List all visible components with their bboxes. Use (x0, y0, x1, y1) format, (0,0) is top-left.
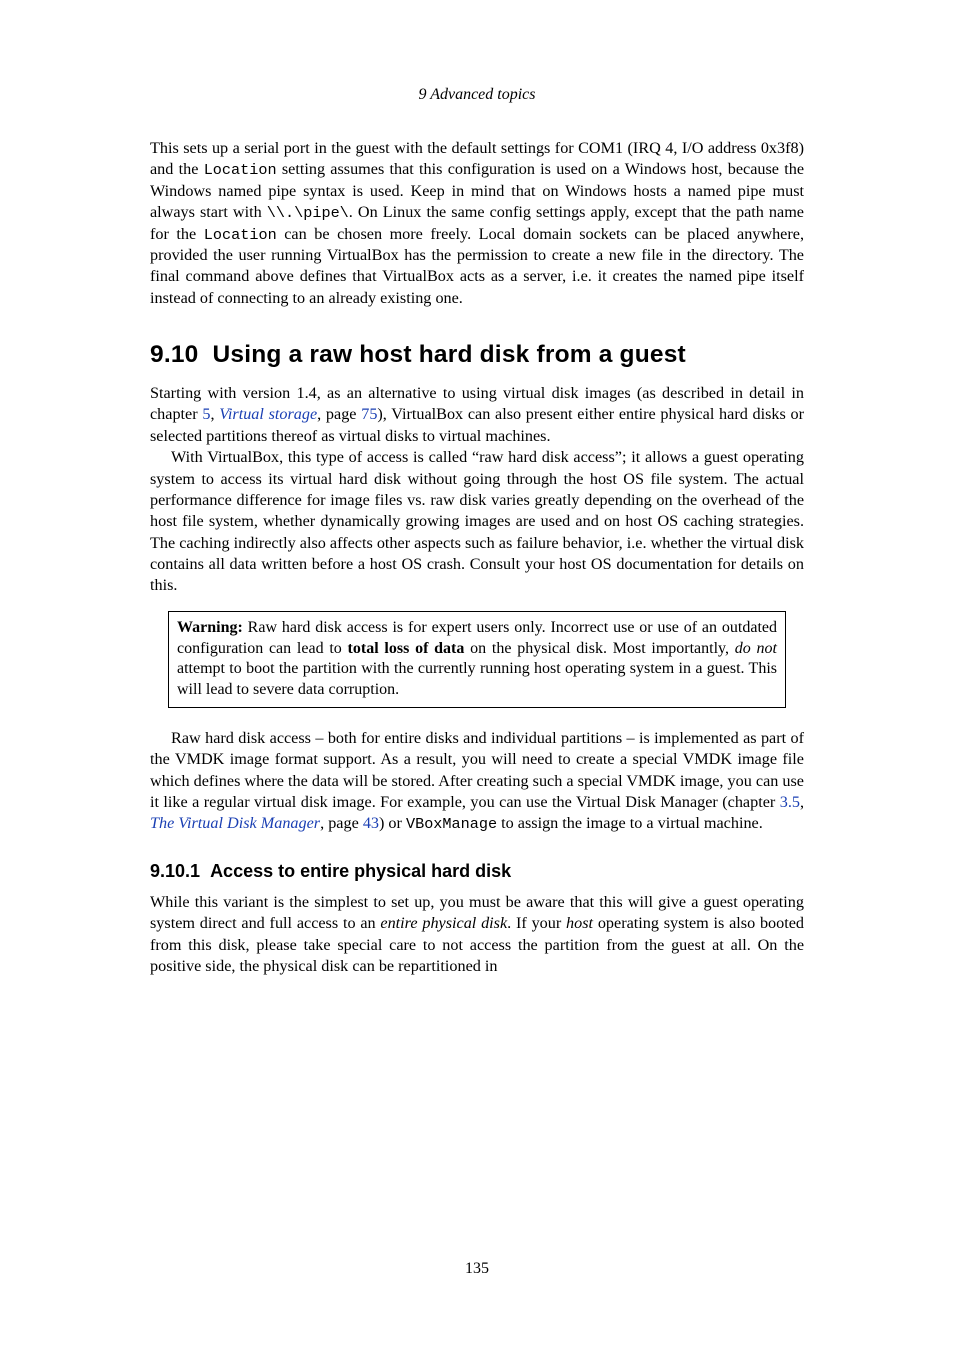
section-heading: 9.10 Using a raw host hard disk from a g… (150, 341, 804, 369)
running-head: 9 Advanced topics (150, 86, 804, 104)
link-page-75[interactable]: 75 (361, 405, 377, 423)
link-virtual-disk-manager[interactable]: The Virtual Disk Manager (150, 814, 320, 832)
italic-host: host (566, 914, 593, 932)
link-virtual-storage[interactable]: Virtual storage (219, 405, 317, 423)
code-vboxmanage: VBoxManage (406, 815, 497, 833)
text: attempt to boot the partition with the c… (177, 660, 777, 698)
link-text: The Virtual Disk Manager (150, 814, 320, 832)
link-chapter-3-5[interactable]: 3.5 (780, 793, 800, 811)
warning-box: Warning: Raw hard disk access is for exp… (168, 611, 786, 708)
text: . If your (507, 914, 566, 932)
bold-total-loss: total loss of data (348, 640, 465, 657)
link-text: Virtual storage (219, 405, 317, 423)
subsection-number: 9.10.1 (150, 861, 200, 881)
page-number: 135 (150, 1260, 804, 1278)
section-number: 9.10 (150, 341, 198, 368)
italic-entire-physical-disk: entire physical disk (380, 914, 507, 932)
subsection-heading: 9.10.1 Access to entire physical hard di… (150, 861, 804, 882)
italic-do-not: do not (735, 640, 777, 657)
text: , page (320, 814, 363, 832)
subsection-title: Access to entire physical hard disk (210, 861, 511, 881)
paragraph-intro: This sets up a serial port in the guest … (150, 138, 804, 309)
text: , (210, 405, 219, 423)
paragraph-sec-3: Raw hard disk access – both for entire d… (150, 728, 804, 835)
code-location-1: Location (204, 161, 277, 179)
section-title: Using a raw host hard disk from a guest (213, 341, 686, 368)
text: on the physical disk. Most importantly, (464, 640, 734, 657)
text: Raw hard disk access – both for entire d… (150, 729, 804, 811)
warning-text: Warning: Raw hard disk access is for exp… (177, 618, 777, 701)
text: , page (317, 405, 361, 423)
paragraph-sec-1: Starting with version 1.4, as an alterna… (150, 383, 804, 447)
text: , (800, 793, 804, 811)
paragraph-sec-2: With VirtualBox, this type of access is … (150, 447, 804, 597)
page: 9 Advanced topics This sets up a serial … (0, 0, 954, 1350)
code-location-2: Location (204, 226, 277, 244)
text: to assign the image to a virtual machine… (497, 814, 763, 832)
link-page-43[interactable]: 43 (363, 814, 379, 832)
text: ) or (379, 814, 406, 832)
code-pipe-path: \\.\pipe\ (267, 204, 349, 222)
warning-label: Warning: (177, 619, 243, 636)
paragraph-subsec-1: While this variant is the simplest to se… (150, 892, 804, 978)
